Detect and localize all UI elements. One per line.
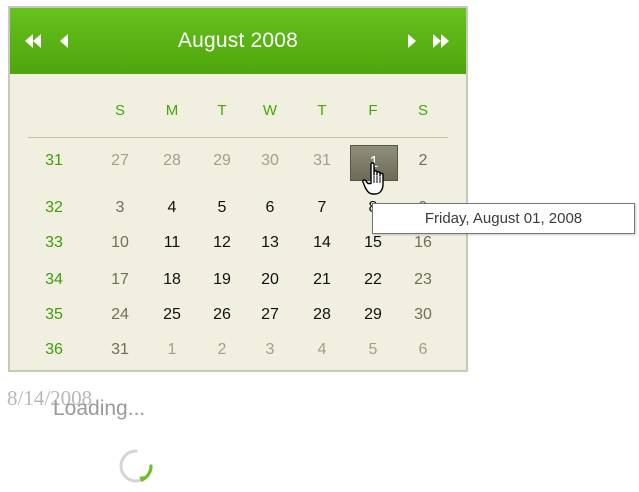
double-right-arrow-icon	[433, 34, 449, 48]
day-cell[interactable]: 18	[152, 264, 192, 296]
day-cell[interactable]: 5	[202, 192, 242, 224]
day-header: T	[217, 101, 227, 119]
loading-text: Loading...	[53, 397, 146, 420]
week-row: 35 24 25 26 27 28 29 30	[10, 299, 466, 331]
left-arrow-icon	[60, 34, 68, 48]
day-cell[interactable]: 2	[403, 145, 443, 177]
day-cell[interactable]: 12	[202, 227, 242, 259]
day-cell[interactable]: 1	[152, 334, 192, 366]
day-cell[interactable]: 2	[202, 334, 242, 366]
date-tooltip: Friday, August 01, 2008	[372, 203, 635, 234]
day-cell[interactable]: 7	[302, 192, 342, 224]
day-header: W	[262, 101, 278, 119]
day-cell[interactable]: 29	[353, 299, 393, 331]
day-cell[interactable]: 6	[250, 192, 290, 224]
week-number: 32	[45, 199, 63, 216]
loading-spinner-icon	[119, 449, 153, 483]
page: August 2008 S M T W T F S 31 27 28 29 30…	[0, 0, 639, 492]
day-cell[interactable]: 31	[100, 334, 140, 366]
day-header: S	[114, 101, 125, 119]
month-title[interactable]: August 2008	[130, 8, 346, 74]
day-cell[interactable]: 19	[202, 264, 242, 296]
week-number: 36	[45, 341, 63, 358]
hand-cursor-icon	[362, 162, 384, 195]
day-cell[interactable]: 22	[353, 264, 393, 296]
day-cell[interactable]: 23	[403, 264, 443, 296]
double-left-arrow-icon	[25, 34, 41, 48]
day-cell[interactable]: 11	[152, 227, 192, 259]
day-cell[interactable]: 13	[250, 227, 290, 259]
day-cell[interactable]: 20	[250, 264, 290, 296]
calendar-header: August 2008	[10, 8, 466, 74]
day-cell[interactable]: 26	[202, 299, 242, 331]
day-cell[interactable]: 28	[302, 299, 342, 331]
day-header: M	[165, 101, 179, 119]
day-cell[interactable]: 29	[202, 145, 242, 177]
day-cell[interactable]: 14	[302, 227, 342, 259]
week-number: 35	[45, 306, 63, 323]
day-cell[interactable]: 24	[100, 299, 140, 331]
right-arrow-icon	[408, 34, 416, 48]
day-header: T	[317, 101, 327, 119]
day-cell[interactable]: 30	[250, 145, 290, 177]
next-year-button[interactable]	[426, 26, 456, 56]
day-cell[interactable]: 4	[152, 192, 192, 224]
day-cell[interactable]: 6	[403, 334, 443, 366]
day-cell[interactable]: 25	[152, 299, 192, 331]
day-cell[interactable]: 3	[100, 192, 140, 224]
day-header-row: S M T W T F S	[10, 94, 466, 126]
day-cell[interactable]: 28	[152, 145, 192, 177]
day-cell[interactable]: 4	[302, 334, 342, 366]
day-cell[interactable]: 21	[302, 264, 342, 296]
calendar: August 2008 S M T W T F S 31 27 28 29 30…	[8, 6, 468, 372]
day-cell[interactable]: 30	[403, 299, 443, 331]
day-cell[interactable]: 27	[250, 299, 290, 331]
week-row: 36 31 1 2 3 4 5 6	[10, 334, 466, 366]
week-number: 34	[45, 271, 63, 288]
week-number: 31	[45, 152, 63, 169]
prev-year-button[interactable]	[18, 26, 48, 56]
week-number: 33	[45, 234, 63, 251]
day-header: S	[417, 101, 428, 119]
day-cell[interactable]: 17	[100, 264, 140, 296]
day-header: F	[368, 101, 378, 119]
day-cell[interactable]: 5	[353, 334, 393, 366]
prev-month-button[interactable]	[50, 26, 80, 56]
week-row: 34 17 18 19 20 21 22 23	[10, 264, 466, 296]
header-divider	[28, 137, 448, 138]
next-month-button[interactable]	[396, 26, 426, 56]
day-cell[interactable]: 31	[302, 145, 342, 177]
day-cell[interactable]: 27	[100, 145, 140, 177]
day-cell[interactable]: 10	[100, 227, 140, 259]
day-cell[interactable]: 3	[250, 334, 290, 366]
